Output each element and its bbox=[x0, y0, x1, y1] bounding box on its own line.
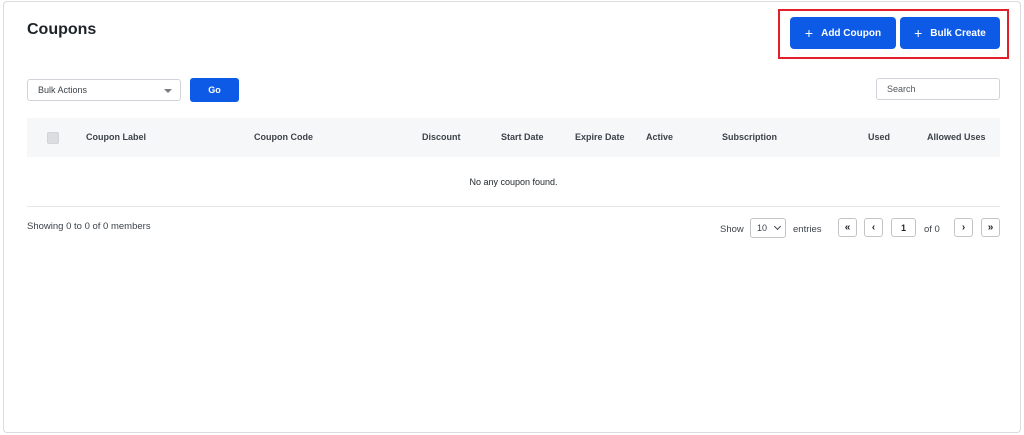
col-coupon-code: Coupon Code bbox=[254, 132, 313, 142]
page-number-input[interactable] bbox=[891, 218, 916, 237]
empty-table-message: No any coupon found. bbox=[469, 177, 558, 187]
next-page-button[interactable]: › bbox=[954, 218, 973, 237]
chevron-down-icon bbox=[773, 222, 782, 231]
bulk-actions-value: Bulk Actions bbox=[38, 85, 88, 95]
chevron-left-icon: ‹ bbox=[871, 222, 876, 233]
bulk-actions-select[interactable]: Bulk Actions bbox=[27, 79, 181, 101]
entries-per-page-select[interactable]: 10 bbox=[750, 218, 786, 238]
last-page-button[interactable]: » bbox=[981, 218, 1000, 237]
col-active: Active bbox=[646, 132, 674, 142]
col-coupon-label: Coupon Label bbox=[86, 132, 146, 142]
table-header: Coupon Label Coupon Code Discount Start … bbox=[27, 118, 1000, 157]
prev-page-button[interactable]: ‹ bbox=[864, 218, 883, 237]
col-subscription: Subscription bbox=[722, 132, 778, 142]
col-allowed-uses: Allowed Uses bbox=[927, 132, 986, 142]
select-all-checkbox[interactable] bbox=[47, 132, 59, 144]
showing-summary: Showing 0 to 0 of 0 members bbox=[27, 221, 151, 232]
bulk-create-button[interactable]: + Bulk Create bbox=[900, 17, 1000, 49]
caret-down-icon bbox=[164, 89, 172, 93]
double-chevron-left-icon: « bbox=[844, 222, 851, 233]
first-page-button[interactable]: « bbox=[838, 218, 857, 237]
search-input[interactable] bbox=[876, 78, 1000, 100]
add-coupon-button[interactable]: + Add Coupon bbox=[790, 17, 896, 49]
plus-icon: + bbox=[804, 25, 814, 41]
chevron-right-icon: › bbox=[961, 222, 966, 233]
page-total-label: of 0 bbox=[924, 224, 940, 235]
col-discount: Discount bbox=[422, 132, 461, 142]
page-title: Coupons bbox=[27, 21, 97, 38]
show-label: Show bbox=[720, 224, 744, 235]
bulk-create-label: Bulk Create bbox=[930, 27, 986, 39]
col-used: Used bbox=[868, 132, 891, 142]
go-button[interactable]: Go bbox=[190, 78, 239, 102]
add-coupon-label: Add Coupon bbox=[821, 27, 882, 39]
col-expire-date: Expire Date bbox=[575, 132, 625, 142]
plus-icon: + bbox=[914, 25, 923, 41]
table-divider bbox=[27, 206, 1000, 207]
page-container bbox=[3, 1, 1021, 433]
col-start-date: Start Date bbox=[501, 132, 544, 142]
entries-value: 10 bbox=[757, 223, 768, 233]
entries-label: entries bbox=[793, 224, 822, 235]
double-chevron-right-icon: » bbox=[987, 222, 994, 233]
